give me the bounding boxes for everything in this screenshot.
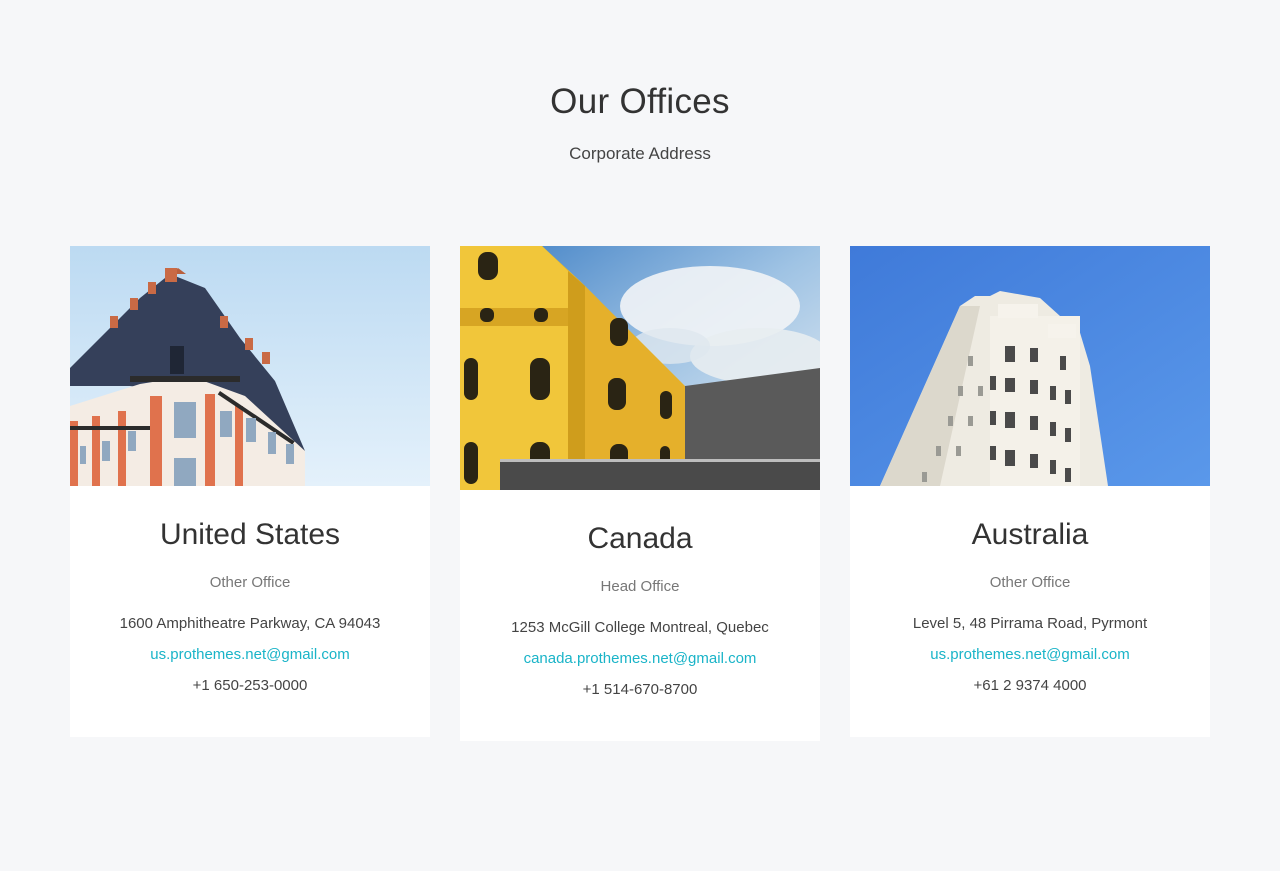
office-country: Canada	[587, 522, 693, 555]
office-photo-united-states	[70, 246, 430, 486]
office-address: 1253 McGill College Montreal, Quebec	[511, 619, 769, 636]
office-country: United States	[159, 518, 341, 551]
office-phone: +1 514-670-8700	[582, 681, 698, 698]
section-subtitle: Corporate Address	[569, 144, 711, 163]
section-title: Our Offices	[550, 82, 730, 121]
office-email-link[interactable]: us.prothemes.net@gmail.com	[70, 646, 430, 663]
office-photo-australia	[850, 246, 1210, 486]
office-card-canada: Canada Head Office 1253 McGill College M…	[460, 246, 820, 741]
office-address: Level 5, 48 Pirrama Road, Pyrmont	[912, 615, 1148, 632]
office-type: Other Office	[989, 574, 1071, 591]
office-email-link[interactable]: us.prothemes.net@gmail.com	[850, 646, 1210, 663]
office-card-australia: Australia Other Office Level 5, 48 Pirra…	[850, 246, 1210, 737]
office-type: Head Office	[600, 578, 680, 595]
office-country: Australia	[971, 518, 1089, 551]
office-photo-canada	[460, 246, 820, 490]
office-phone: +61 2 9374 4000	[973, 677, 1087, 694]
office-phone: +1 650-253-0000	[192, 677, 308, 694]
office-card-united-states: United States Other Office 1600 Amphithe…	[70, 246, 430, 737]
office-address: 1600 Amphitheatre Parkway, CA 94043	[119, 615, 381, 632]
office-type: Other Office	[209, 574, 291, 591]
office-email-link[interactable]: canada.prothemes.net@gmail.com	[460, 650, 820, 667]
